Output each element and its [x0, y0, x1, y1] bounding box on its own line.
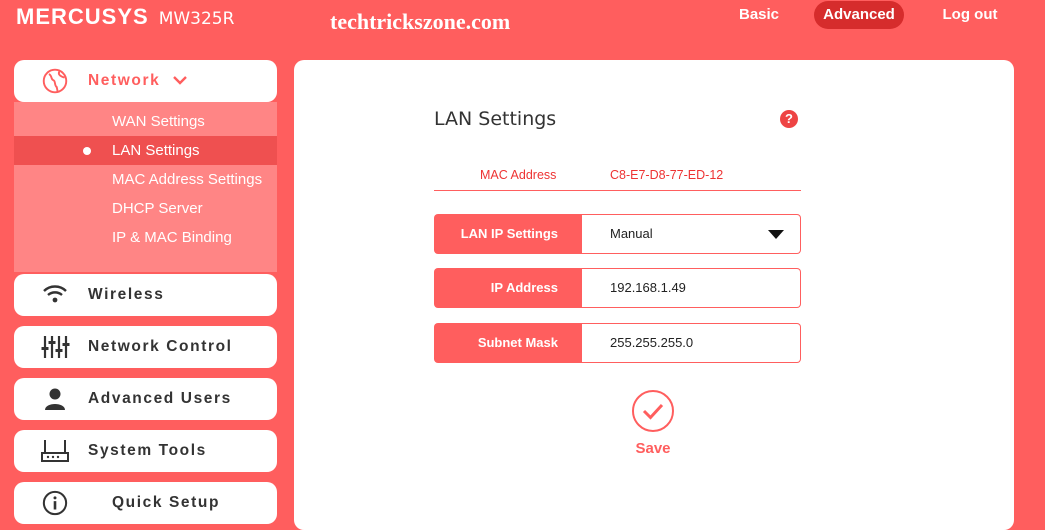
sidebar-item-label: Network Control: [88, 338, 233, 355]
ip-address-label: IP Address: [434, 268, 582, 308]
sidebar-item-label: Network: [88, 72, 161, 89]
lan-ip-settings-select[interactable]: Manual: [582, 214, 801, 254]
submenu-label: IP & MAC Binding: [112, 229, 232, 246]
submenu-label: MAC Address Settings: [112, 171, 263, 188]
save-label: Save: [635, 440, 671, 457]
logout-button[interactable]: Log out: [925, 1, 1015, 29]
model-name: MW325R: [158, 9, 235, 29]
main-panel: LAN Settings ? MAC Address C8-E7-D8-77-E…: [294, 60, 1014, 530]
ip-address-field: IP Address 192.168.1.49: [434, 268, 801, 308]
logo: MERCUSYS MW325R: [16, 4, 234, 30]
wifi-icon: [43, 285, 67, 303]
help-icon[interactable]: ?: [780, 110, 798, 128]
mac-address-row: MAC Address C8-E7-D8-77-ED-12: [434, 165, 801, 191]
sidebar-item-label: System Tools: [88, 442, 207, 459]
sidebar-item-label: Wireless: [88, 286, 165, 303]
submenu-wan-settings[interactable]: WAN Settings: [14, 107, 277, 136]
submenu-label: DHCP Server: [112, 200, 203, 217]
sidebar-item-label: Quick Setup: [112, 494, 221, 511]
watermark: techtrickszone.com: [330, 9, 511, 34]
submenu-label: WAN Settings: [112, 113, 205, 130]
globe-icon: [42, 68, 68, 94]
brand-name: MERCUSYS: [16, 4, 149, 29]
sidebar-item-network[interactable]: Network: [14, 60, 277, 102]
sidebar-item-system-tools[interactable]: System Tools: [14, 430, 277, 472]
submenu-ip-mac-binding[interactable]: IP & MAC Binding: [14, 223, 277, 252]
sliders-icon: [41, 336, 70, 358]
network-submenu: WAN Settings LAN Settings MAC Address Se…: [14, 102, 277, 272]
lan-ip-settings-value: Manual: [610, 226, 653, 241]
lan-ip-settings-field: LAN IP Settings Manual: [434, 214, 801, 254]
save-button[interactable]: Save: [632, 390, 674, 457]
router-icon: [41, 440, 69, 462]
user-icon: [45, 388, 65, 410]
subnet-mask-label: Subnet Mask: [434, 323, 582, 363]
sidebar-item-wireless[interactable]: Wireless: [14, 274, 277, 316]
mac-address-value: C8-E7-D8-77-ED-12: [610, 168, 724, 182]
subnet-mask-input[interactable]: 255.255.255.0: [582, 323, 801, 363]
submenu-dhcp-server[interactable]: DHCP Server: [14, 194, 277, 223]
advanced-tab[interactable]: Advanced: [814, 1, 904, 29]
info-icon: [42, 490, 68, 516]
sidebar-item-network-control[interactable]: Network Control: [14, 326, 277, 368]
sidebar-item-advanced-users[interactable]: Advanced Users: [14, 378, 277, 420]
checkmark-icon: [632, 390, 674, 432]
ip-address-input[interactable]: 192.168.1.49: [582, 268, 801, 308]
dropdown-caret-icon: [768, 230, 784, 239]
submenu-lan-settings[interactable]: LAN Settings: [14, 136, 277, 165]
submenu-mac-address-settings[interactable]: MAC Address Settings: [14, 165, 277, 194]
lan-ip-settings-label: LAN IP Settings: [434, 214, 582, 254]
basic-tab[interactable]: Basic: [729, 1, 789, 29]
mac-address-label: MAC Address: [480, 168, 557, 182]
page-title: LAN Settings: [434, 108, 557, 130]
subnet-mask-field: Subnet Mask 255.255.255.0: [434, 323, 801, 363]
submenu-label: LAN Settings: [112, 142, 200, 159]
active-dot-icon: [83, 147, 91, 155]
sidebar-item-quick-setup[interactable]: Quick Setup: [14, 482, 277, 524]
sidebar-item-label: Advanced Users: [88, 390, 232, 407]
chevron-down-icon: [173, 76, 187, 85]
